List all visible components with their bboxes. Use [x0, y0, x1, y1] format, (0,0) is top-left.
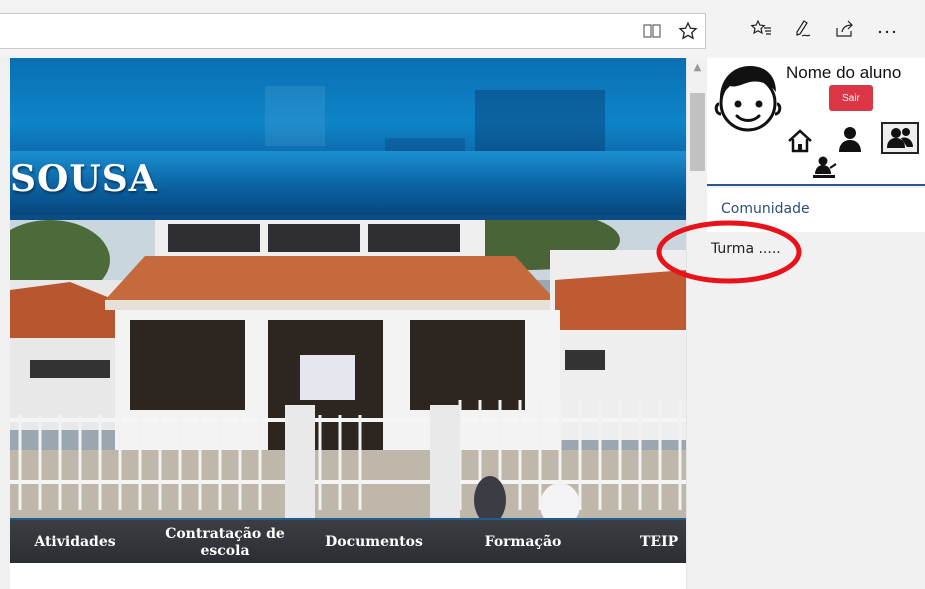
share-icon[interactable] [834, 18, 856, 40]
teacher-icon[interactable] [809, 154, 839, 184]
nav-formacao[interactable]: Formação [458, 520, 588, 565]
banner-title: SOUSA [10, 158, 158, 200]
school-photo [10, 220, 686, 518]
student-name: Nome do aluno [786, 63, 902, 82]
highlight-circle [656, 218, 806, 290]
more-icon[interactable] [876, 18, 898, 40]
nav-teip[interactable]: TEIP [640, 520, 686, 565]
star-icon[interactable] [677, 20, 699, 42]
home-icon[interactable] [785, 126, 815, 156]
browser-toolbar [0, 0, 925, 58]
user-icon[interactable] [835, 124, 865, 154]
main-nav: Atividades Contratação de escola Documen… [10, 518, 686, 565]
nav-atividades[interactable]: Atividades [10, 520, 140, 565]
book-icon[interactable] [641, 20, 663, 42]
address-bar[interactable] [0, 13, 706, 49]
site-banner: SOUSA [10, 58, 686, 220]
page-scrollbar[interactable]: ▲ [686, 58, 708, 589]
page-content [10, 563, 686, 589]
avatar [709, 60, 787, 136]
comunidade-link[interactable]: Comunidade [721, 201, 810, 217]
student-side-panel: Nome do aluno Sair Comunidade Turma ....… [707, 58, 925, 589]
favorites-list-icon[interactable] [750, 18, 772, 40]
nav-documentos[interactable]: Documentos [308, 520, 440, 565]
pen-icon[interactable] [792, 18, 814, 40]
group-icon[interactable] [881, 122, 919, 154]
panel-header: Nome do aluno Sair [707, 58, 925, 186]
scroll-up-arrow-icon[interactable]: ▲ [687, 62, 708, 76]
nav-contratacao-de-escola[interactable]: Contratação de escola [150, 520, 300, 565]
logout-button[interactable]: Sair [829, 85, 873, 111]
scroll-thumb[interactable] [690, 93, 705, 171]
website-page: SOUSA Atividades Contratação de escola D… [10, 58, 686, 589]
